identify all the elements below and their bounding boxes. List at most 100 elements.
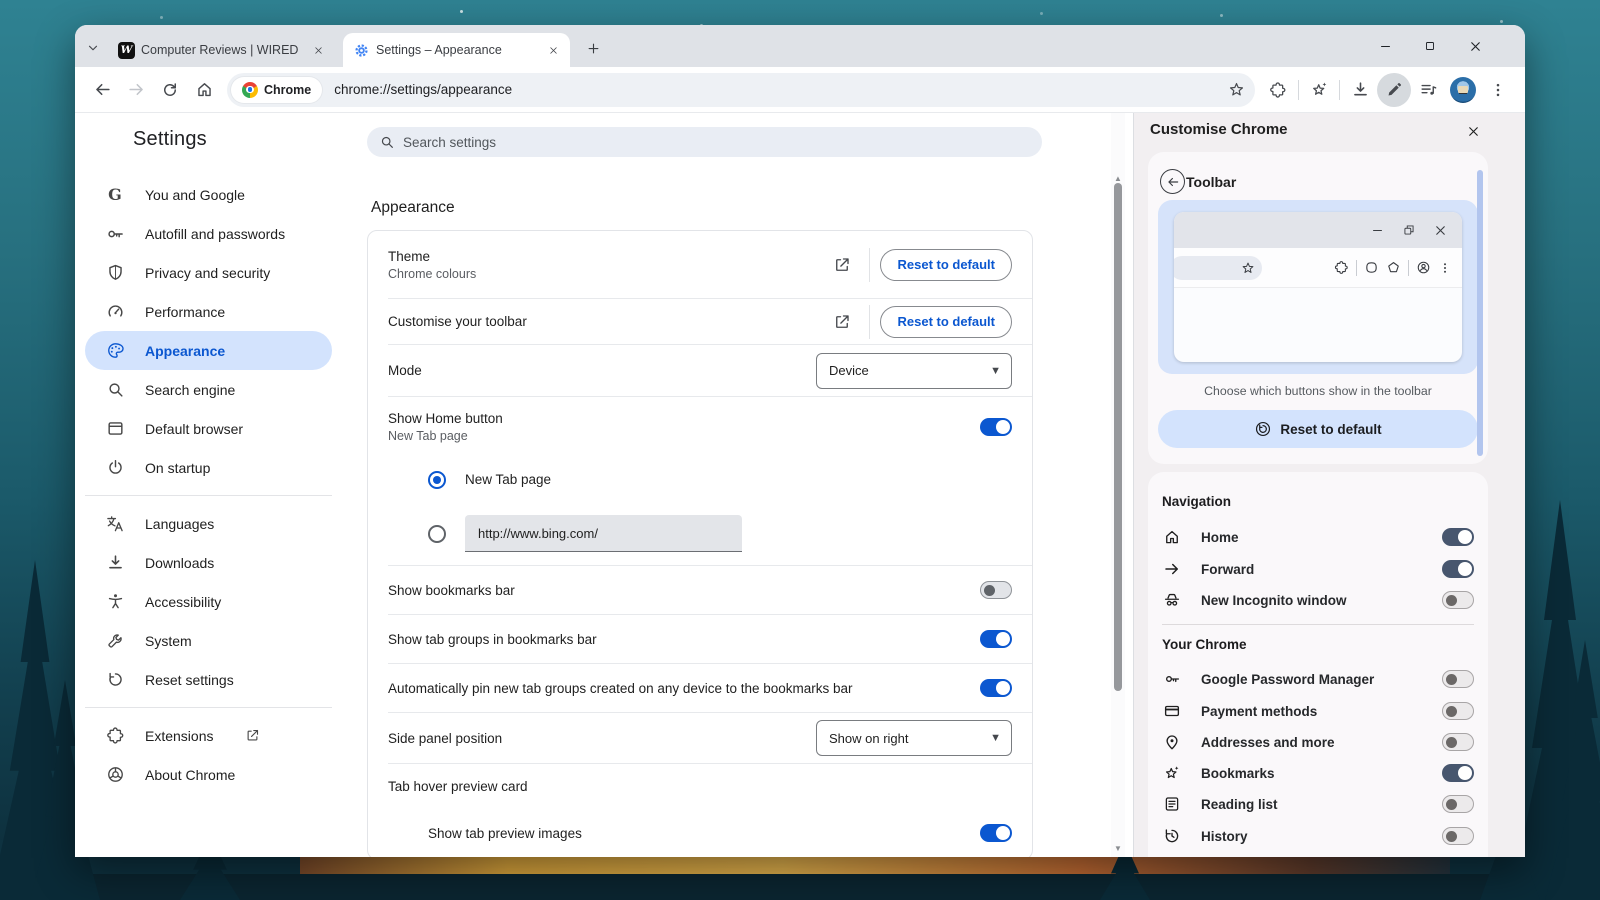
star-sparkle-icon[interactable]	[1302, 73, 1336, 107]
back-arrow-button[interactable]	[1160, 169, 1185, 194]
side-panel-position-select[interactable]: Show on right▼	[816, 720, 1012, 756]
custom-url-radio[interactable]	[428, 525, 446, 543]
wired-favicon: W	[118, 42, 135, 59]
shield-icon	[105, 263, 125, 283]
radio-custom-url-row[interactable]	[368, 502, 1032, 565]
show-home-toggle[interactable]	[980, 418, 1012, 436]
tab-search-chevron-button[interactable]	[80, 35, 106, 61]
back-icon[interactable]	[85, 73, 119, 107]
sidebar-item-autofill[interactable]: Autofill and passwords	[85, 214, 332, 253]
mode-select[interactable]: Device▼	[816, 353, 1012, 389]
theme-title: Theme	[388, 249, 476, 264]
power-icon	[105, 458, 125, 478]
reading-list-toggle[interactable]	[1442, 795, 1474, 813]
show-bookmarks-bar-label: Show bookmarks bar	[388, 583, 515, 598]
page-body: Settings GYou and Google Autofill and pa…	[75, 113, 1525, 857]
settings-header: Settings	[75, 113, 1133, 170]
customise-toolbar-row[interactable]: Customise your toolbar Reset to default	[368, 299, 1032, 344]
profile-icon	[1416, 260, 1431, 275]
sidebar-item-appearance[interactable]: Appearance	[85, 331, 332, 370]
theme-reset-button[interactable]: Reset to default	[880, 249, 1012, 281]
sidebar-item-about-chrome[interactable]: About Chrome	[85, 755, 332, 794]
sidebar-item-extensions[interactable]: Extensions	[85, 716, 332, 755]
sidebar-item-downloads[interactable]: Downloads	[85, 543, 332, 582]
sidebar-item-languages[interactable]: Languages	[85, 504, 332, 543]
close-button[interactable]	[1463, 34, 1487, 58]
settings-search-box[interactable]	[367, 127, 1042, 157]
chrome-site-chip[interactable]: Chrome	[231, 77, 322, 103]
navigation-header: Navigation	[1162, 494, 1231, 509]
tab-strip: W Computer Reviews | WIRED Settings – Ap…	[75, 25, 1525, 67]
settings-scrollbar[interactable]: ▲ ▼	[1111, 113, 1125, 857]
sidebar-item-reset-settings[interactable]: Reset settings	[85, 660, 332, 699]
bookmark-star-icon[interactable]	[1221, 75, 1251, 105]
sidebar-item-privacy[interactable]: Privacy and security	[85, 253, 332, 292]
tab-settings[interactable]: Settings – Appearance	[343, 33, 570, 67]
history-toggle[interactable]	[1442, 827, 1474, 845]
theme-subtitle: Chrome colours	[388, 267, 476, 281]
reading-list-icon[interactable]	[1411, 73, 1445, 107]
addresses-toggle[interactable]	[1442, 733, 1474, 751]
search-input[interactable]	[403, 135, 1030, 150]
google-g-icon: G	[105, 185, 125, 205]
minimize-button[interactable]	[1373, 34, 1397, 58]
sidebar-item-system[interactable]: System	[85, 621, 332, 660]
auto-pin-tab-groups-toggle[interactable]	[980, 679, 1012, 697]
extensions-puzzle-icon[interactable]	[1261, 73, 1295, 107]
url-text: chrome://settings/appearance	[334, 82, 1221, 97]
custom-url-input[interactable]	[465, 526, 742, 541]
settings-title: Settings	[133, 128, 207, 151]
mini-browser-preview	[1174, 212, 1462, 362]
custom-url-field[interactable]	[465, 515, 742, 552]
scroll-down-arrow[interactable]: ▼	[1111, 841, 1125, 855]
appearance-card: Theme Chrome colours Reset to default Cu…	[367, 230, 1033, 857]
panel-reset-to-default-button[interactable]: Reset to default	[1158, 410, 1478, 448]
key-icon	[105, 224, 125, 244]
tab-close-icon[interactable]	[545, 42, 562, 59]
payment-methods-toggle[interactable]	[1442, 702, 1474, 720]
bookmarks-toggle[interactable]	[1442, 764, 1474, 782]
panel-row-forward: Forward	[1162, 554, 1474, 584]
downloads-icon[interactable]	[1343, 73, 1377, 107]
sidebar-item-accessibility[interactable]: Accessibility	[85, 582, 332, 621]
panel-title: Customise Chrome	[1150, 121, 1288, 138]
home-icon[interactable]	[187, 73, 221, 107]
tab-title: Computer Reviews | WIRED	[141, 43, 304, 57]
forward-toggle[interactable]	[1442, 560, 1474, 578]
panel-scrollbar-thumb[interactable]	[1477, 170, 1483, 456]
sidebar-item-default-browser[interactable]: Default browser	[85, 409, 332, 448]
new-tab-button[interactable]	[580, 35, 606, 61]
sidebar-item-performance[interactable]: Performance	[85, 292, 332, 331]
profile-avatar[interactable]	[1450, 77, 1476, 103]
toolbar-reset-button[interactable]: Reset to default	[880, 306, 1012, 338]
palette-icon	[105, 341, 125, 361]
kebab-menu-icon[interactable]	[1481, 73, 1515, 107]
theme-row[interactable]: Theme Chrome colours Reset to default	[368, 231, 1032, 298]
tab-close-icon[interactable]	[310, 42, 327, 59]
maximize-button[interactable]	[1418, 34, 1442, 58]
kebab-menu-icon	[1438, 261, 1452, 275]
forward-icon[interactable]	[119, 73, 153, 107]
panel-close-icon[interactable]	[1461, 119, 1485, 143]
mini-window-titlebar	[1174, 212, 1462, 248]
incognito-toggle[interactable]	[1442, 591, 1474, 609]
tab-wired[interactable]: W Computer Reviews | WIRED	[108, 33, 335, 67]
toolbar-preview-card: Toolbar	[1148, 152, 1488, 464]
reload-icon[interactable]	[153, 73, 187, 107]
scrollbar-thumb[interactable]	[1114, 183, 1122, 691]
sidebar-item-you-and-google[interactable]: GYou and Google	[85, 175, 332, 214]
show-bookmarks-bar-toggle[interactable]	[980, 581, 1012, 599]
show-tab-preview-images-toggle[interactable]	[980, 824, 1012, 842]
radio-new-tab-row[interactable]: New Tab page	[368, 457, 1032, 502]
sidebar-item-search-engine[interactable]: Search engine	[85, 370, 332, 409]
address-bar[interactable]: Chrome chrome://settings/appearance	[227, 73, 1255, 107]
settings-gear-favicon	[353, 42, 370, 59]
home-toggle[interactable]	[1442, 528, 1474, 546]
toolbar-preview-frame	[1158, 200, 1478, 374]
sidebar-item-on-startup[interactable]: On startup	[85, 448, 332, 487]
password-manager-toggle[interactable]	[1442, 670, 1474, 688]
tab-groups-bookmarks-toggle[interactable]	[980, 630, 1012, 648]
new-tab-radio[interactable]	[428, 471, 446, 489]
mini-toolbar	[1174, 248, 1462, 288]
customise-chrome-pencil-icon[interactable]	[1377, 73, 1411, 107]
